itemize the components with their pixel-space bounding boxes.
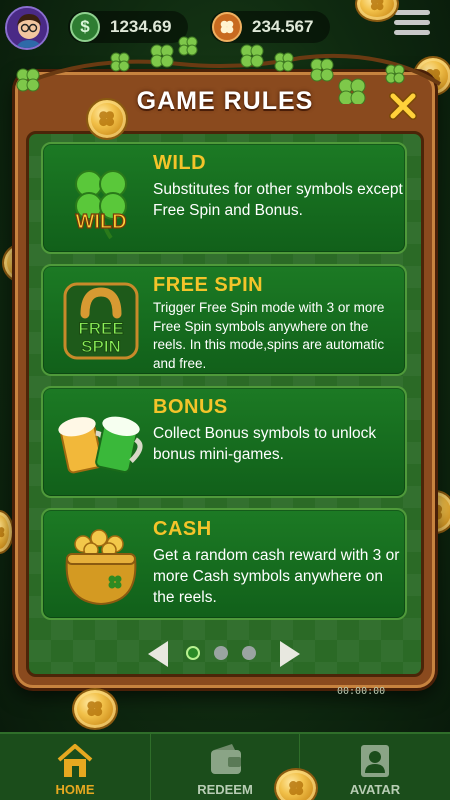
home-icon [57,744,93,777]
rule-card-free-spin: FREE SPIN FREE SPIN Trigger Free Spin mo… [41,264,407,376]
pot-of-gold-icon [65,529,137,606]
page-dot[interactable] [242,646,256,660]
nav-avatar[interactable]: AVATAR [300,734,450,800]
bottom-nav: HOME REDEEM AVATAR [0,732,450,800]
timer-text: 00:00:00 [337,686,386,697]
rule-title: BONUS [153,396,228,418]
rule-title: CASH [153,518,212,540]
clover-garland-decoration [16,36,442,104]
nav-label: AVATAR [349,782,401,797]
chevron-right-icon [280,641,300,667]
chevron-left-icon [148,641,168,667]
rule-description: Substitutes for other symbols except Fre… [153,181,403,219]
rule-card-cash: CASH Get a random cash reward with 3 or … [41,508,407,620]
rule-title: FREE SPIN [153,274,264,296]
rule-description: Collect Bonus symbols to unlock bonus mi… [153,425,377,463]
wild-clover-icon: WILD [75,170,127,240]
menu-icon [394,10,430,15]
page-dot[interactable] [214,646,228,660]
rule-description: Get a random cash reward with 3 or more … [153,547,400,606]
wild-icon-text: WILD [75,211,126,233]
next-page-button[interactable] [276,638,304,670]
rule-card-wild: WILD WILD Substitutes for other symbols … [41,142,407,254]
gold-coin-decoration [0,510,14,554]
nav-label: HOME [55,782,95,797]
spin-icon-text: SPIN [81,337,121,356]
prev-page-button[interactable] [144,638,172,670]
rules-pager [140,636,310,672]
gold-coin-decoration [72,688,118,730]
wallet-icon [211,744,241,774]
rule-card-bonus: BONUS Collect Bonus symbols to unlock bo… [41,386,407,498]
nav-home[interactable]: HOME [0,734,150,800]
gold-coin-decoration [86,98,128,140]
rule-description: Trigger Free Spin mode with 3 or more Fr… [153,300,385,371]
free-spin-horseshoe-icon: FREE SPIN [63,282,139,360]
beer-mugs-icon [58,416,143,474]
page-dot[interactable] [186,646,200,660]
free-icon-text: FREE [78,319,123,338]
avatar-icon [361,745,389,777]
rule-title: WILD [153,152,207,174]
gold-coin-decoration [274,768,318,800]
